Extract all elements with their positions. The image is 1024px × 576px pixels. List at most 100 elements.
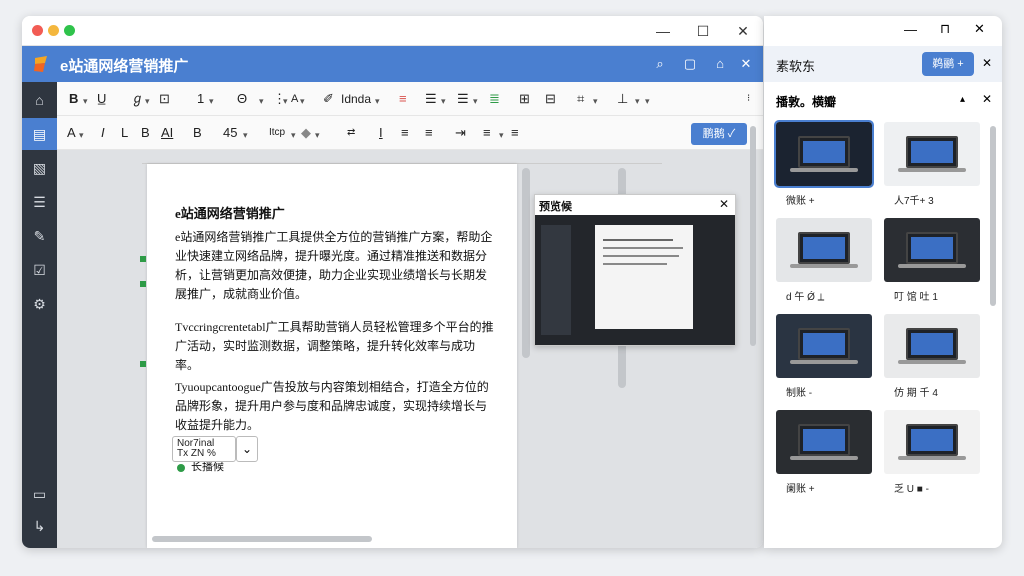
gear-icon[interactable]: ⚙: [22, 288, 57, 320]
export-icon[interactable]: ↳: [22, 510, 57, 542]
thumbnail-image[interactable]: [776, 218, 872, 282]
preview-close-button[interactable]: ✕: [719, 197, 729, 211]
chevron-down-icon[interactable]: ▾: [300, 92, 305, 110]
search-icon[interactable]: ⌕: [650, 54, 670, 74]
appbar-close-icon[interactable]: ✕: [736, 54, 756, 74]
chevron-down-icon[interactable]: ▾: [243, 126, 248, 144]
l-button[interactable]: L: [121, 124, 128, 142]
circle-button[interactable]: Θ: [237, 90, 247, 108]
ai-button[interactable]: AI: [161, 124, 173, 142]
color-list-icon[interactable]: ≣: [489, 90, 500, 108]
align-justify-icon[interactable]: ☰: [425, 90, 437, 108]
align-left-icon[interactable]: ≡: [401, 124, 409, 142]
maximize-button[interactable]: ☐: [692, 20, 714, 42]
color-bars-icon[interactable]: ≡: [399, 90, 407, 108]
toolbar-action-button[interactable]: 鹏鹅 ✓: [691, 123, 747, 145]
doc-paragraph-3: Tyuoupcantoogue广告投放与内容策划相结合，打造全方位的品牌形象，提…: [175, 380, 489, 432]
style-select[interactable]: Nor7inal Tx ZN %: [172, 436, 236, 462]
panel-action-button[interactable]: 鹈鹂 +: [922, 52, 974, 76]
document-page[interactable]: e站通网络营销推广 e站通网络营销推广工具提供全方位的营销推广方案，帮助企业快速…: [147, 164, 517, 548]
chat-icon[interactable]: ▭: [22, 478, 57, 510]
thumbnail-image[interactable]: [884, 410, 980, 474]
page-scrollbar[interactable]: [522, 168, 530, 358]
laptop-screen: [911, 141, 953, 163]
thumbnail-image[interactable]: [884, 122, 980, 186]
collapse-icon[interactable]: ▴: [960, 94, 965, 105]
chevron-down-icon[interactable]: ▾: [283, 92, 288, 110]
underline-format-icon[interactable]: U̲: [97, 90, 106, 108]
chevron-down-icon[interactable]: ▾: [291, 126, 296, 144]
panel-close-button[interactable]: ✕: [974, 21, 985, 37]
table-icon[interactable]: ⊞: [519, 90, 530, 108]
app-header: e站通网络营销推广 ⌕ ▢ ⌂ ✕: [22, 46, 763, 82]
horizontal-scrollbar[interactable]: [152, 536, 372, 542]
zoom-dot[interactable]: [64, 25, 75, 36]
highlight-icon[interactable]: ✐: [323, 90, 334, 108]
align-justify-icon-2[interactable]: ≡: [511, 124, 519, 142]
chevron-down-icon[interactable]: ▾: [635, 92, 640, 110]
font-a-button[interactable]: A: [67, 124, 76, 142]
chevron-down-icon[interactable]: ▾: [145, 92, 150, 110]
font-color-button[interactable]: A: [291, 90, 298, 108]
line-spacing-button[interactable]: 1: [197, 90, 204, 108]
thumbnail-image[interactable]: [884, 314, 980, 378]
font-size-select[interactable]: 45: [223, 124, 237, 142]
chevron-down-icon[interactable]: ▾: [259, 92, 264, 110]
panel-scrollbar[interactable]: [990, 126, 996, 306]
minimize-button[interactable]: —: [652, 20, 674, 42]
chevron-down-icon[interactable]: ▾: [83, 92, 88, 110]
chevron-down-icon[interactable]: ▾: [499, 126, 504, 144]
panel-bookmark-icon[interactable]: ⊓: [940, 21, 950, 37]
laptop-base: [790, 456, 858, 460]
border-button[interactable]: ⊡: [159, 90, 170, 108]
thumbnail-image[interactable]: [774, 120, 874, 188]
chevron-down-icon[interactable]: ▾: [79, 126, 84, 144]
more-icon[interactable]: ⁝: [747, 90, 750, 108]
b-button-2[interactable]: B: [141, 124, 150, 142]
close-dot[interactable]: [32, 25, 43, 36]
link-icon[interactable]: ⇄: [347, 124, 355, 142]
text-cursor-icon[interactable]: I: [379, 124, 383, 142]
grid-icon[interactable]: ⊟: [545, 90, 556, 108]
section-close-icon[interactable]: ✕: [982, 92, 992, 106]
formatting-toolbar-2: A ▾ I L B AI B 45 ▾ Itcp ▾ ◆ ▾ ⇄ I ≡ ≡ ⇥…: [57, 116, 763, 150]
style-dropdown-chevron-icon[interactable]: ⌄: [236, 436, 258, 462]
eraser-icon[interactable]: ◆: [301, 124, 311, 142]
chevron-down-icon[interactable]: ▾: [209, 92, 214, 110]
align-center-icon[interactable]: ≡: [425, 124, 433, 142]
bold-button[interactable]: B: [69, 90, 78, 108]
align-right-icon[interactable]: ≡: [483, 124, 491, 142]
format-icon[interactable]: ⊥: [617, 90, 628, 108]
numbered-list-icon[interactable]: ☰: [457, 90, 469, 108]
thumbnail-image[interactable]: [776, 410, 872, 474]
chevron-down-icon[interactable]: ▾: [375, 92, 380, 110]
close-button[interactable]: ✕: [732, 20, 754, 42]
panel-title: 素软东: [776, 59, 816, 74]
chevron-down-icon[interactable]: ▾: [645, 92, 650, 110]
right-scrollbar[interactable]: [750, 126, 756, 346]
chevron-down-icon[interactable]: ▾: [593, 92, 598, 110]
chevron-down-icon[interactable]: ▾: [315, 126, 320, 144]
italic-glyph-button[interactable]: ℊ: [131, 90, 144, 108]
chevron-down-icon[interactable]: ▾: [441, 92, 446, 110]
pen-icon[interactable]: ✎: [22, 220, 57, 252]
b-button[interactable]: B: [193, 124, 202, 142]
font-style-select[interactable]: Itcp: [269, 124, 285, 142]
chevron-down-icon[interactable]: ▾: [473, 92, 478, 110]
list-icon[interactable]: ☰: [22, 186, 57, 218]
document-icon[interactable]: ▤: [22, 118, 57, 150]
edit-icon[interactable]: ☑: [22, 254, 57, 286]
box-icon[interactable]: ⌂: [710, 54, 730, 74]
panel-header-close-icon[interactable]: ✕: [982, 56, 992, 70]
indent-icon[interactable]: ⇥: [455, 124, 466, 142]
font-name-select[interactable]: Idnda: [341, 90, 371, 108]
image-icon[interactable]: ▧: [22, 152, 57, 184]
doc-icon[interactable]: ▢: [680, 54, 700, 74]
thumbnail-image[interactable]: [884, 218, 980, 282]
italic-button[interactable]: I: [101, 124, 105, 142]
home-icon[interactable]: ⌂: [22, 84, 57, 116]
panel-minimize-button[interactable]: —: [904, 22, 917, 37]
crop-icon[interactable]: ⌗: [577, 90, 584, 108]
thumbnail-image[interactable]: [776, 314, 872, 378]
minimize-dot[interactable]: [48, 25, 59, 36]
